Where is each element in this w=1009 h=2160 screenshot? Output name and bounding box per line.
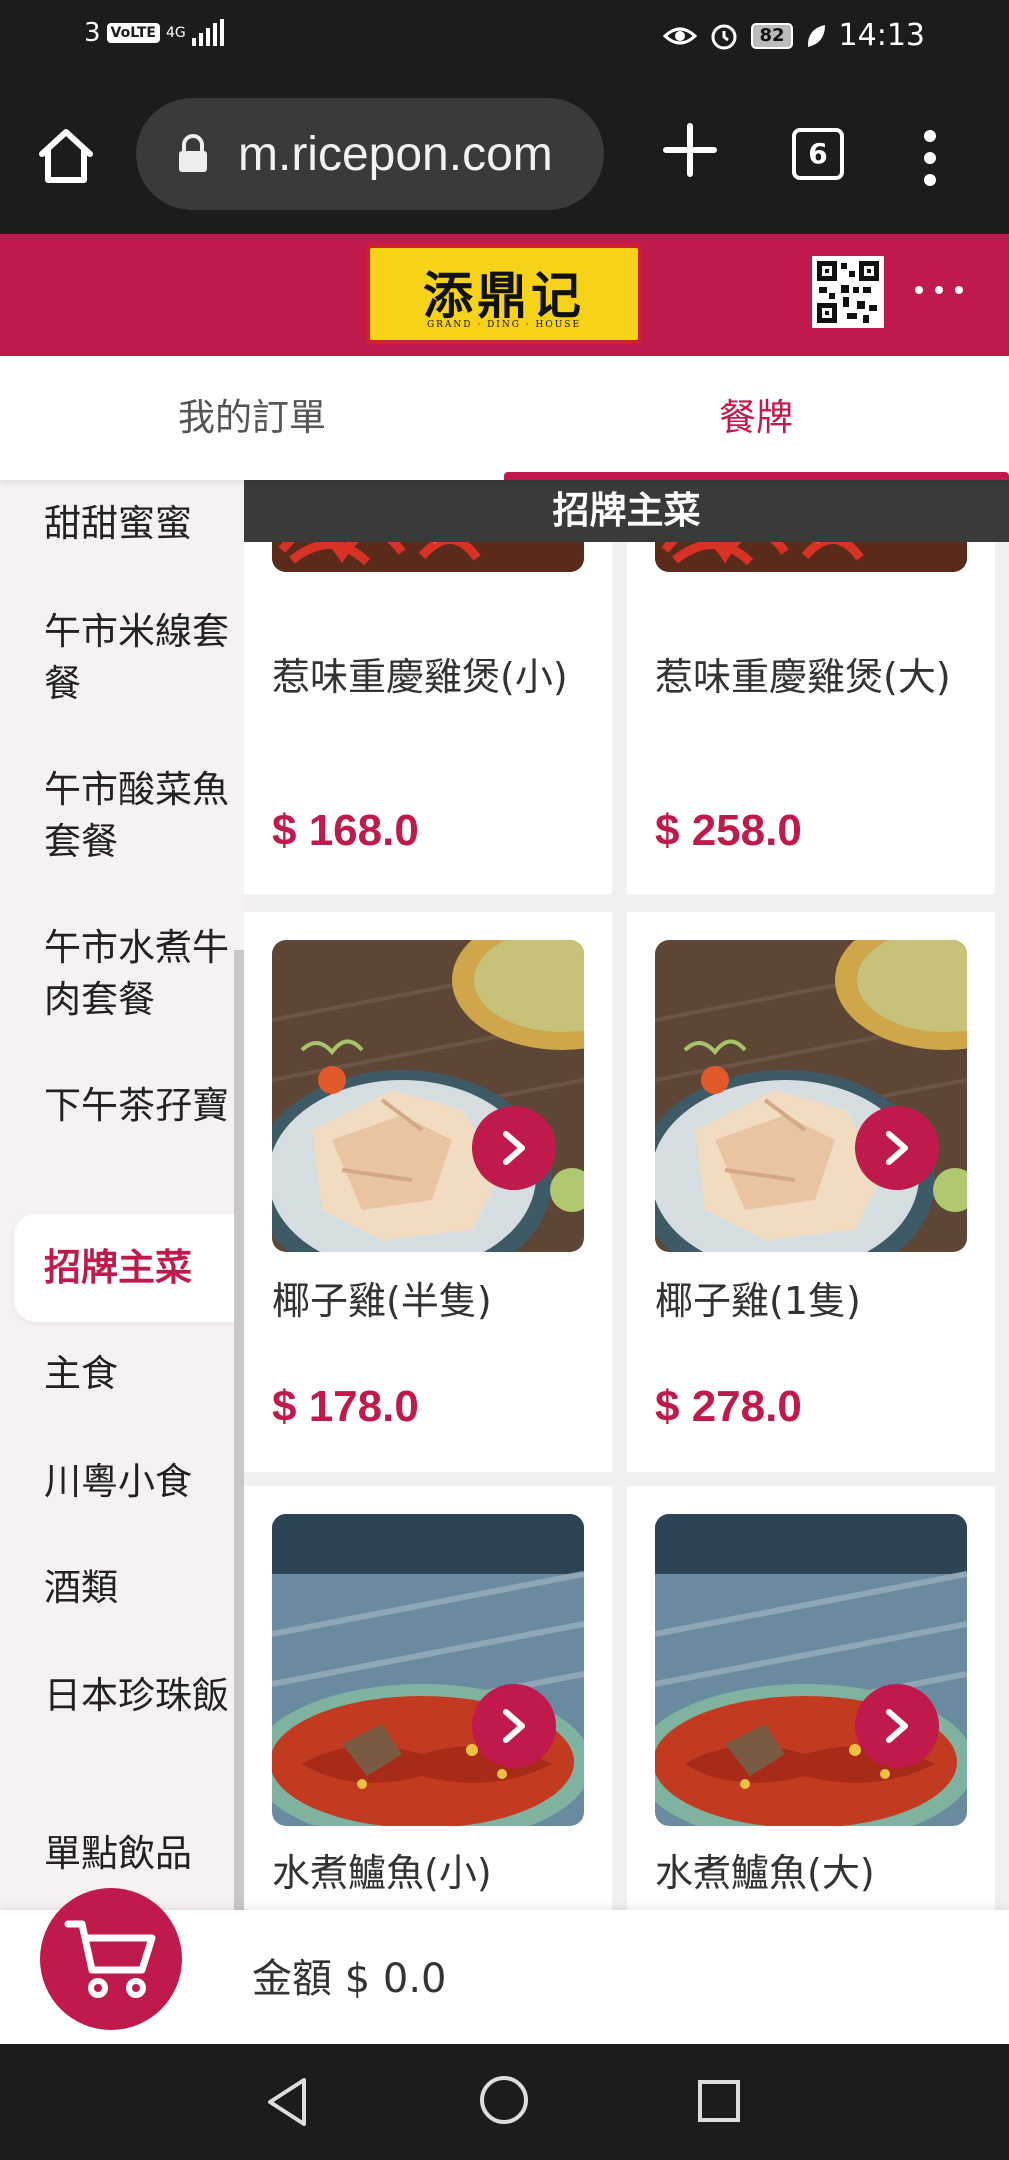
category-sidebar: 甜甜蜜蜜 午市米線套餐 午市酸菜魚套餐 午市水煮牛肉套餐 下午茶孖寶 招牌主菜 … (0, 480, 244, 1910)
logo-subtext: GRAND · DING · HOUSE (426, 320, 582, 330)
back-icon[interactable] (262, 2074, 312, 2130)
menu-item-card[interactable]: 惹味重慶雞煲(小) $ 168.0 (244, 480, 612, 894)
section-title: 招牌主菜 (244, 480, 1009, 542)
battery-icon: 82 (751, 22, 793, 49)
item-name: 水煮鱸魚(小) (272, 1851, 492, 1895)
cart-button[interactable] (40, 1888, 182, 2030)
tab-bar: 我的訂單 餐牌 (0, 356, 1009, 480)
leaf-icon (807, 24, 825, 47)
menu-item-card[interactable]: 水煮鱸魚(小) (244, 1486, 612, 1910)
sidebar-item-lunch-boiled-beef-set[interactable]: 午市水煮牛肉套餐 (0, 922, 236, 1026)
qr-code-icon[interactable] (812, 256, 884, 328)
sidebar-item-lunch-rice-noodle-set[interactable]: 午市米線套餐 (0, 606, 236, 710)
sidebar-item-staples[interactable]: 主食 (0, 1348, 236, 1400)
sidebar-item-desserts[interactable]: 甜甜蜜蜜 (0, 498, 236, 550)
sidebar-item-alcohol[interactable]: 酒類 (0, 1562, 236, 1614)
status-bar: 3 VoLTE 4G 82 14:13 (0, 0, 1009, 78)
cart-total: 金額 $ 0.0 (252, 1956, 447, 2002)
active-tab-indicator (504, 472, 1009, 480)
add-item-button[interactable] (472, 1684, 556, 1768)
carrier-label: 3 (84, 18, 101, 48)
lock-icon (179, 134, 207, 172)
alarm-icon (711, 24, 737, 49)
item-price: $ 168.0 (272, 806, 419, 855)
item-price: $ 258.0 (655, 806, 802, 855)
sidebar-item-drinks[interactable]: 單點飲品 (0, 1828, 236, 1880)
item-name: 水煮鱸魚(大) (655, 1851, 875, 1895)
menu-item-card[interactable]: 惹味重慶雞煲(大) $ 258.0 (627, 480, 995, 894)
logo-text: 添鼎记 (423, 266, 585, 325)
sidebar-item-snacks[interactable]: 川粵小食 (0, 1456, 236, 1508)
signal-icon (191, 19, 224, 46)
browser-menu-icon[interactable] (910, 128, 950, 188)
menu-content: 招牌主菜 惹味重慶雞煲(小) $ 168.0 惹味重慶雞煲(大) $ 258.0… (244, 480, 1009, 1910)
item-price: $ 278.0 (655, 1382, 802, 1431)
dish-image (272, 1514, 584, 1826)
home-icon[interactable] (478, 2074, 530, 2126)
menu-item-card[interactable]: 椰子雞(半隻) $ 178.0 (244, 912, 612, 1472)
tab-my-orders[interactable]: 我的訂單 (0, 356, 504, 480)
clock: 14:13 (838, 18, 925, 53)
cart-bar: 金額 $ 0.0 (0, 1888, 1009, 2044)
eye-icon (663, 27, 698, 44)
sidebar-scrollbar[interactable] (234, 950, 244, 1910)
add-item-button[interactable] (855, 1684, 939, 1768)
network-type: 4G (165, 25, 186, 41)
tab-switcher-button[interactable]: 6 (792, 128, 844, 180)
cart-icon (64, 1920, 156, 1998)
browser-toolbar: m.ricepon.com 6 (0, 78, 1009, 234)
menu-item-card[interactable]: 水煮鱸魚(大) (627, 1486, 995, 1910)
dish-image (655, 1514, 967, 1826)
sidebar-item-afternoon-tea-twin[interactable]: 下午茶孖寶 (0, 1080, 236, 1132)
dish-image (655, 940, 967, 1252)
more-options-icon[interactable] (912, 280, 966, 300)
system-nav-bar (0, 2044, 1009, 2160)
url-text: m.ricepon.com (238, 127, 553, 181)
item-name: 椰子雞(1隻) (655, 1279, 861, 1323)
browser-home-icon[interactable] (34, 124, 98, 188)
new-tab-icon[interactable] (662, 122, 718, 178)
address-bar[interactable]: m.ricepon.com (136, 98, 604, 210)
item-price: $ 178.0 (272, 1382, 419, 1431)
sidebar-item-japanese-pearl-rice[interactable]: 日本珍珠飯 (0, 1670, 236, 1722)
add-item-button[interactable] (472, 1106, 556, 1190)
item-name: 惹味重慶雞煲(大) (655, 655, 951, 699)
recent-apps-icon[interactable] (696, 2078, 742, 2124)
item-name: 惹味重慶雞煲(小) (272, 655, 568, 699)
restaurant-header: 添鼎记 GRAND · DING · HOUSE (0, 234, 1009, 356)
tab-menu[interactable]: 餐牌 (504, 356, 1008, 480)
sidebar-item-signature-dishes[interactable]: 招牌主菜 (14, 1214, 236, 1322)
add-item-button[interactable] (855, 1106, 939, 1190)
sidebar-item-lunch-pickled-fish-set[interactable]: 午市酸菜魚套餐 (0, 764, 236, 868)
item-name: 椰子雞(半隻) (272, 1279, 492, 1323)
status-left: 3 VoLTE 4G (84, 18, 224, 48)
volte-icon: VoLTE (106, 23, 160, 43)
restaurant-logo: 添鼎记 GRAND · DING · HOUSE (366, 244, 642, 344)
dish-image (272, 940, 584, 1252)
status-right: 82 14:13 (663, 18, 925, 53)
menu-item-card[interactable]: 椰子雞(1隻) $ 278.0 (627, 912, 995, 1472)
